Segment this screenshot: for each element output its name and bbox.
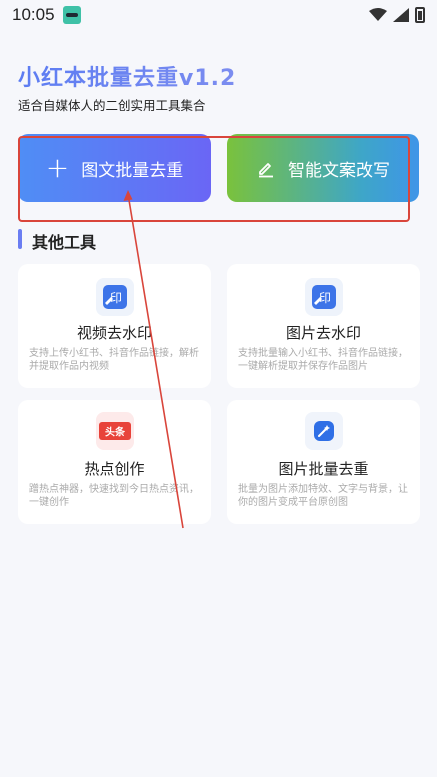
batch-dedupe-label: 图文批量去重 [81,160,184,181]
tool-desc: 蹭热点神器，快速找到今日热点资讯，一键创作 [29,484,199,508]
tool-desc: 支持批量输入小红书、抖音作品链接，一键解析提取并保存作品图片 [238,348,408,372]
watermark-icon: 印 [304,278,343,316]
status-time: 10:05 [12,5,55,24]
signal-icon [393,8,409,22]
wifi-icon [369,8,387,21]
tool-name: 热点创作 [84,460,145,478]
status-bar: 10:05 [0,0,437,30]
tool-card-video-watermark[interactable]: 印 视频去水印 支持上传小红书、抖音作品链接，解析并提取作品内视频 [18,264,211,388]
section-title: 其他工具 [32,233,97,252]
batch-dedupe-button[interactable]: + 图文批量去重 [18,134,211,202]
tool-name: 图片去水印 [285,324,361,342]
tool-card-image-dedupe[interactable]: 图片批量去重 批量为图片添加特效、文字与背景，让你的图片变成平台原创图 [227,400,420,524]
edit-icon [259,163,273,178]
plus-icon: + [45,151,70,184]
app-title: 小红本批量去重v1.2 [18,60,236,92]
section-accent-bar [18,229,22,249]
tool-card-hot-topics[interactable]: 头条 热点创作 蹭热点神器，快速找到今日热点资讯，一键创作 [18,400,211,524]
smart-rewrite-label: 智能文案改写 [288,160,390,181]
tool-name: 图片批量去重 [278,460,369,478]
smart-rewrite-button[interactable]: 智能文案改写 [227,134,419,202]
tool-desc: 批量为图片添加特效、文字与背景，让你的图片变成平台原创图 [238,484,408,508]
tool-name: 视频去水印 [76,324,152,342]
tool-desc: 支持上传小红书、抖音作品链接，解析并提取作品内视频 [29,348,199,372]
annotation-arrow [123,190,184,529]
battery-icon [415,7,425,23]
app-subtitle: 适合自媒体人的二创实用工具集合 [18,98,206,113]
app-notification-icon [62,6,81,24]
toutiao-icon-text: 头条 [105,426,126,439]
watermark-icon: 印 [95,278,134,316]
toutiao-icon: 头条 [95,412,134,450]
status-indicators [369,7,425,23]
magic-tool-icon [304,412,343,450]
tool-card-image-watermark[interactable]: 印 图片去水印 支持批量输入小红书、抖音作品链接，一键解析提取并保存作品图片 [227,264,420,388]
